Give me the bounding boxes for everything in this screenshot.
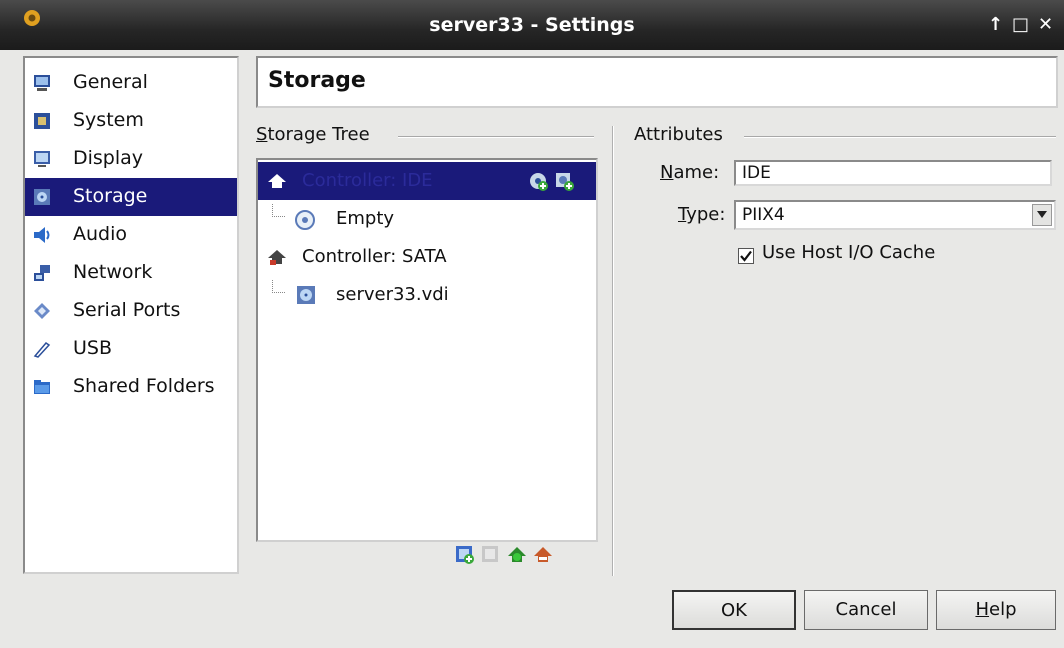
monitor-icon (34, 75, 50, 91)
folder-icon (34, 380, 50, 394)
tree-item-label: Controller: IDE (302, 170, 433, 191)
add-cd-icon[interactable] (528, 171, 548, 191)
tree-item-label: Controller: SATA (302, 246, 447, 267)
page-title: Storage (268, 68, 366, 93)
tree-item-controller-ide[interactable]: Controller: IDE (258, 162, 596, 200)
sidebar-item-label: Network (73, 261, 153, 283)
network-icon (34, 265, 50, 281)
sidebar-item-label: Storage (73, 185, 148, 207)
name-label: Name: (660, 162, 720, 183)
page-title-panel: Storage (256, 56, 1058, 108)
add-hard-disk-icon[interactable] (554, 171, 574, 191)
window-title: server33 - Settings (429, 14, 635, 36)
close-button[interactable]: ✕ (1038, 14, 1053, 35)
ok-button[interactable]: OK (672, 590, 796, 630)
title-bar[interactable]: server33 - Settings ↑ □ ✕ (0, 0, 1064, 50)
sidebar-item-general[interactable]: General (25, 64, 237, 102)
sidebar-item-network[interactable]: Network (25, 254, 237, 292)
use-host-io-cache-checkbox[interactable] (738, 248, 754, 264)
tree-item-server33-vdi[interactable]: server33.vdi (258, 276, 596, 314)
maximize-button[interactable]: □ (1012, 14, 1029, 35)
dropdown-button[interactable] (1032, 204, 1052, 226)
storage-tree-heading: Storage Tree (256, 124, 370, 145)
sidebar-item-storage[interactable]: Storage (25, 178, 237, 216)
speaker-icon (34, 227, 50, 243)
chevron-down-icon (1037, 211, 1047, 218)
name-input[interactable]: IDE (734, 160, 1052, 186)
sidebar-item-label: General (73, 71, 148, 93)
type-select[interactable]: PIIX4 (734, 200, 1056, 230)
type-label: Type: (678, 204, 726, 225)
hard-disk-icon (297, 286, 315, 304)
tree-item-empty[interactable]: Empty (258, 200, 596, 238)
panel-divider (612, 126, 614, 576)
serial-port-icon (34, 303, 50, 319)
sidebar-item-label: System (73, 109, 144, 131)
sidebar-item-shared-folders[interactable]: Shared Folders (25, 368, 237, 406)
sidebar-item-audio[interactable]: Audio (25, 216, 237, 254)
tree-connector (272, 280, 285, 293)
add-controller-icon[interactable] (454, 544, 476, 566)
checkmark-icon (740, 250, 752, 262)
use-host-io-cache-label[interactable]: Use Host I/O Cache (762, 242, 935, 263)
cancel-button[interactable]: Cancel (804, 590, 928, 630)
tree-item-controller-sata[interactable]: Controller: SATA (258, 238, 596, 276)
tree-item-label: server33.vdi (336, 284, 449, 305)
settings-sidebar: General System Display Storage Audio Net… (23, 56, 239, 574)
storage-tree[interactable]: Controller: IDE Empty Controller: SATA s… (256, 158, 598, 542)
sidebar-item-label: Display (73, 147, 144, 169)
attributes-heading: Attributes (634, 124, 723, 145)
remove-attachment-icon[interactable] (480, 544, 502, 566)
sidebar-item-label: Serial Ports (73, 299, 181, 321)
divider (398, 136, 594, 138)
keep-above-button[interactable]: ↑ (988, 14, 1003, 35)
add-attachment-icon[interactable] (506, 544, 528, 566)
display-icon (34, 151, 50, 167)
sidebar-item-usb[interactable]: USB (25, 330, 237, 368)
divider (744, 136, 1056, 138)
remove-controller-icon[interactable] (532, 544, 554, 566)
sidebar-item-label: USB (73, 337, 113, 359)
controller-icon (268, 174, 286, 188)
optical-disc-icon (295, 210, 315, 230)
chip-icon (34, 113, 50, 129)
sidebar-item-label: Shared Folders (73, 375, 215, 397)
tree-item-label: Empty (336, 208, 395, 229)
sidebar-item-serial-ports[interactable]: Serial Ports (25, 292, 237, 330)
type-select-value: PIIX4 (742, 205, 785, 225)
usb-icon (33, 342, 51, 358)
sidebar-item-label: Audio (73, 223, 128, 245)
sidebar-item-display[interactable]: Display (25, 140, 237, 178)
settings-window: General System Display Storage Audio Net… (8, 50, 1058, 644)
sidebar-item-system[interactable]: System (25, 102, 237, 140)
tree-connector (272, 204, 285, 217)
disk-icon (34, 189, 50, 205)
controller-icon (268, 250, 286, 265)
help-button[interactable]: Help (936, 590, 1056, 630)
